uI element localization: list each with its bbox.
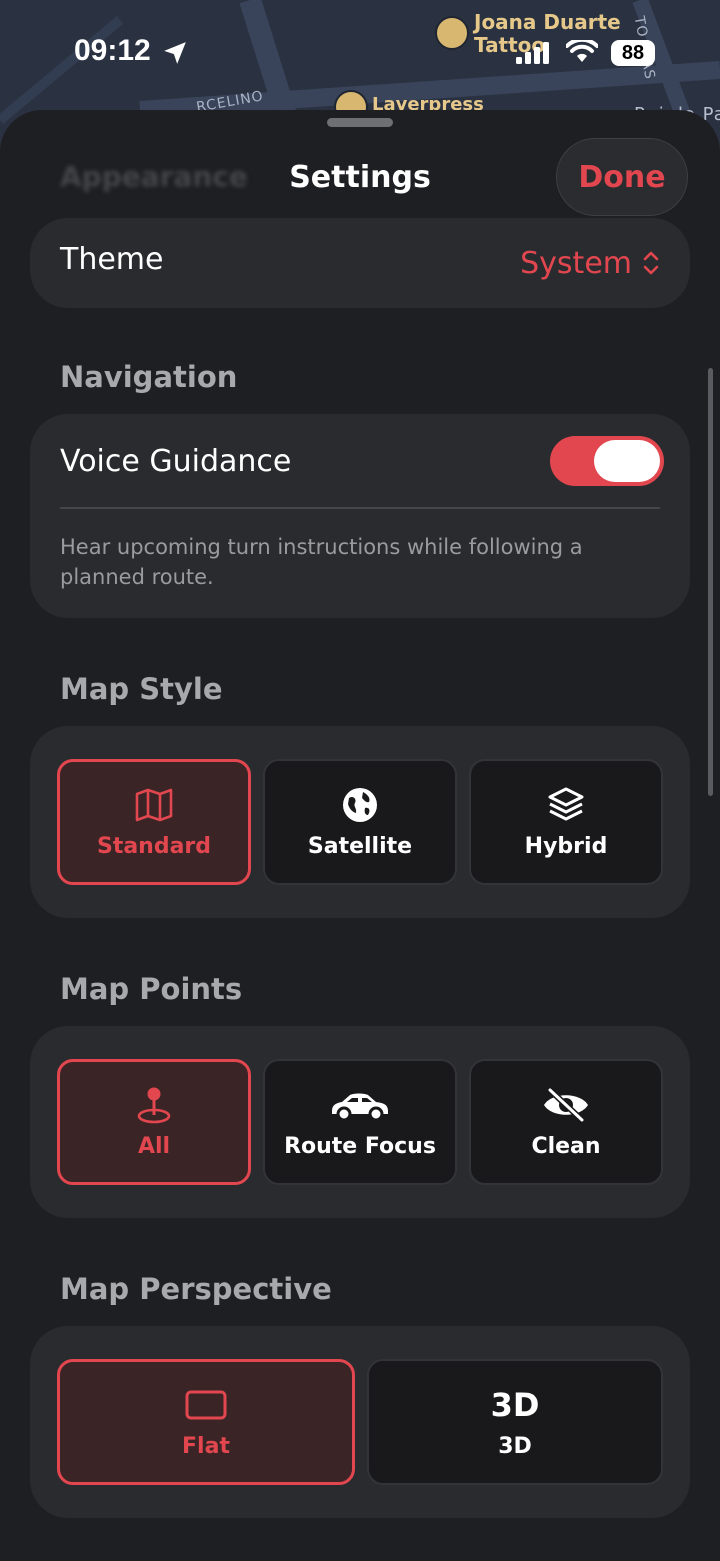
option-label: Clean	[531, 1133, 601, 1159]
map-perspective-flat[interactable]: Flat	[57, 1359, 355, 1485]
section-header-map-perspective: Map Perspective	[60, 1272, 332, 1306]
map-pin-icon	[137, 1087, 171, 1123]
map-perspective-3d[interactable]: 3D 3D	[367, 1359, 663, 1485]
voice-guidance-label: Voice Guidance	[60, 444, 292, 479]
location-arrow-icon	[164, 42, 186, 64]
map-perspective-card: Flat 3D 3D	[30, 1326, 690, 1518]
option-label: Flat	[182, 1433, 230, 1459]
theme-picker[interactable]: System	[520, 218, 660, 308]
map-points-route-focus[interactable]: Route Focus	[263, 1059, 457, 1185]
map-icon	[135, 788, 173, 821]
option-label: 3D	[498, 1433, 532, 1459]
theme-row[interactable]: Theme System	[30, 218, 690, 308]
map-points-card: All Route Focus Clean	[30, 1026, 690, 1218]
section-header-map-points: Map Points	[60, 972, 243, 1006]
option-label: Route Focus	[284, 1133, 436, 1159]
section-header-navigation: Navigation	[60, 360, 238, 394]
3d-icon: 3D	[490, 1385, 540, 1424]
voice-guidance-toggle[interactable]	[550, 436, 664, 486]
option-label: Standard	[96, 833, 212, 859]
globe-icon	[343, 787, 377, 822]
navigation-card: Voice Guidance Hear upcoming turn instru…	[30, 414, 690, 618]
divider	[60, 507, 660, 509]
map-style-card: Standard Satellite Hybrid	[30, 726, 690, 918]
done-button[interactable]: Done	[556, 138, 688, 216]
section-header-map-style: Map Style	[60, 672, 223, 706]
map-points-all[interactable]: All	[57, 1059, 251, 1185]
map-style-satellite[interactable]: Satellite	[263, 759, 457, 885]
map-style-hybrid[interactable]: Hybrid	[469, 759, 663, 885]
status-bar: 09:12 88	[0, 0, 720, 100]
map-points-clean[interactable]: Clean	[469, 1059, 663, 1185]
settings-sheet: Appearance Settings Done Theme System Na…	[0, 110, 720, 1561]
chevron-up-down-icon	[643, 251, 659, 275]
car-icon	[332, 1093, 388, 1121]
theme-value: System	[520, 245, 632, 281]
eye-slash-icon	[544, 1087, 588, 1122]
map-style-standard[interactable]: Standard	[57, 759, 251, 885]
scrollbar[interactable]	[708, 368, 713, 796]
theme-label: Theme	[60, 242, 164, 277]
battery-indicator: 88	[611, 40, 655, 66]
cellular-signal-icon	[516, 42, 549, 64]
option-label: Satellite	[307, 833, 413, 859]
wifi-icon	[566, 40, 598, 62]
option-label: Hybrid	[524, 833, 608, 859]
option-label: All	[137, 1133, 171, 1159]
toggle-knob	[594, 440, 660, 482]
sheet-grabber[interactable]	[327, 118, 393, 127]
layers-icon	[548, 787, 584, 820]
status-time: 09:12	[74, 34, 151, 67]
rectangle-icon	[185, 1390, 227, 1419]
voice-guidance-hint: Hear upcoming turn instructions while fo…	[60, 535, 583, 589]
